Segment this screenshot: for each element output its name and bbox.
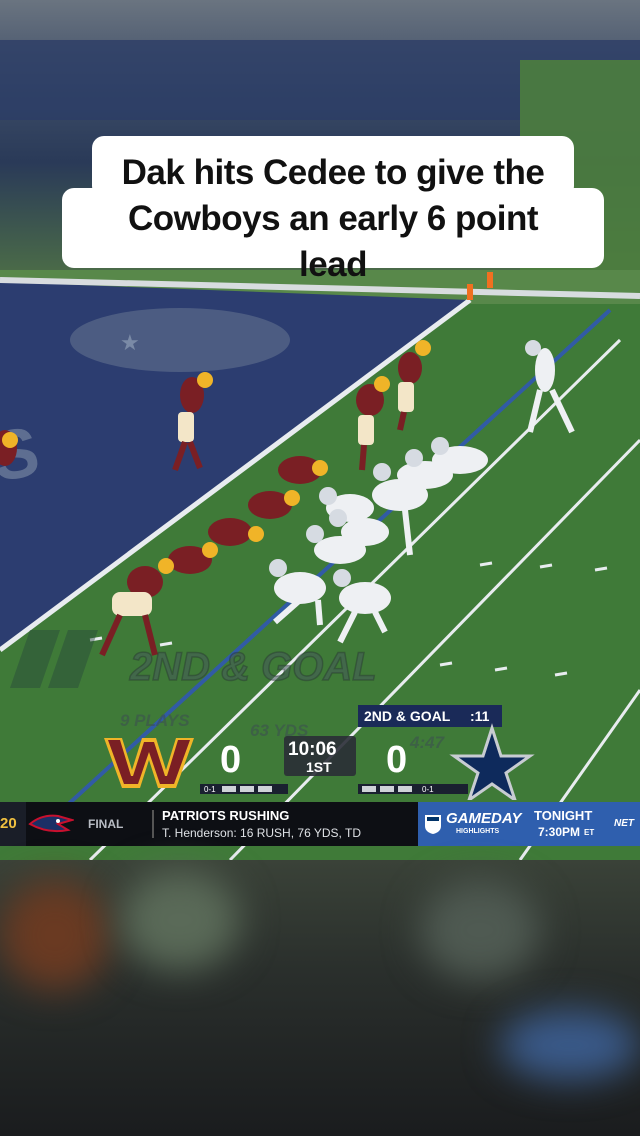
game-clock: 10:06 [288,739,337,760]
ticker-headline: PATRIOTS RUSHING [162,808,290,823]
network-logo: NET [614,818,634,829]
scorebug-graphic: 2ND & GOAL :11 0 10:06 1ST 0 0-1 0-1 [104,705,535,804]
bottom-ticker: 20 FINAL PATRIOTS RUSHING T. Henderson: … [0,802,640,846]
blurred-background-bottom [0,860,640,1136]
ticker-score: 20 [0,815,17,832]
endzone-star: ★ [120,330,140,355]
promo-brand: GAMEDAY [446,810,522,827]
ticker-detail: T. Henderson: 16 RUSH, 76 YDS, TD [162,826,361,840]
nfl-shield-icon [425,815,441,834]
commanders-logo [104,738,194,788]
blurred-blob [420,880,540,980]
promo-time: 7:30PM [538,825,581,839]
away-record: 0-1 [204,785,216,794]
video-frame[interactable]: ★ S 2ND & GOAL 9 PLAYS 63 YDS 4:47 2ND &… [0,270,640,860]
blurred-blob [0,880,110,990]
away-score: 0 [220,739,241,781]
overlay-down-text: 2ND & GOAL [129,645,377,689]
caption-line: Dak hits Cedee to give the Cowboys an ea… [121,153,545,284]
ticker-promo: GAMEDAY HIGHLIGHTS TONIGHT 7:30PM ET NET [418,802,640,846]
home-score: 0 [386,739,407,781]
scorebug: 2ND & GOAL :11 0 10:06 1ST 0 0-1 0-1 [0,700,640,804]
caption-text: Dak hits Cedee to give the Cowboys an ea… [62,150,604,288]
ticker-divider [152,810,154,838]
play-clock-text: :11 [470,708,490,724]
home-timeouts [362,786,412,792]
endzone-helmet-logo [70,308,290,372]
promo-when: TONIGHT [534,808,593,823]
promo-sub: HIGHLIGHTS [456,828,500,835]
patriots-logo [28,810,76,838]
home-record: 0-1 [422,785,434,794]
promo-tz: ET [584,828,595,837]
quarter-label: 1ST [306,759,332,775]
away-timeouts [222,786,272,792]
blurred-blob [500,1010,640,1080]
caption: Dak hits Cedee to give the Cowboys an ea… [62,136,604,284]
ticker-status: FINAL [88,817,124,831]
ticker-score-cell: 20 [0,802,26,846]
down-distance-text: 2ND & GOAL [364,708,451,724]
blurred-blob [120,870,240,970]
